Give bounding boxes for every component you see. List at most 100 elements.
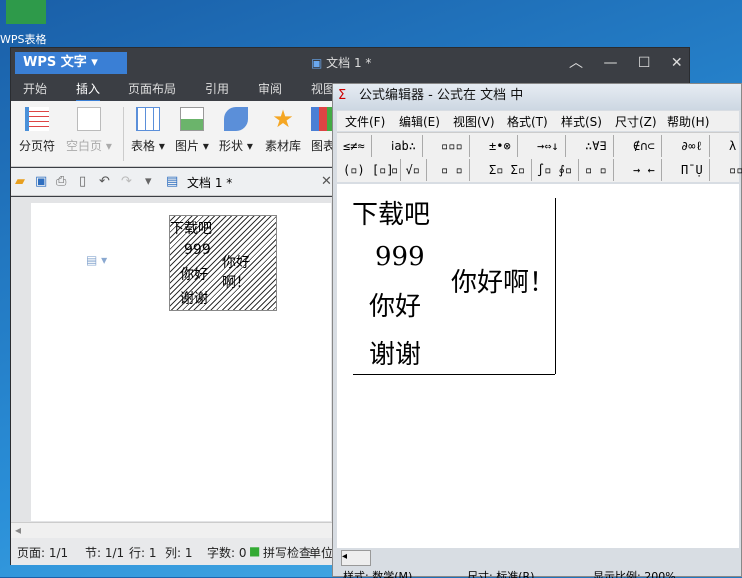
open-icon[interactable]: ▰ <box>15 174 25 189</box>
greek-palette[interactable]: λ <box>723 135 742 157</box>
eq-line: 下载吧 <box>352 200 431 230</box>
close-tab-icon[interactable]: ✕ <box>321 174 332 189</box>
eq-menu-bar: 文件(F) 编辑(E) 视图(V) 格式(T) 样式(S) 尺寸(Z) 帮助(H… <box>337 111 739 131</box>
eq-hscroll[interactable]: ◂ <box>341 550 371 566</box>
menu-style[interactable]: 样式(S) <box>561 113 602 130</box>
spell-indicator-icon: ■ <box>249 544 261 558</box>
status-words: 字数: 0 <box>207 546 247 560</box>
equation-object[interactable]: 下载吧 999 你好 谢谢 你好啊！ <box>169 215 277 311</box>
collapse-icon[interactable]: ︿ <box>569 55 583 71</box>
print-icon[interactable]: ⎙ <box>56 174 66 189</box>
eq-symbol-toolbar: ≤≠≈ ⅰab∴ ▫▫▫ ±•⊗ →⇔↓ ∴∀∃ ∉∩⊂ ∂∞ℓ λ (▫) [… <box>337 132 742 182</box>
shape-button[interactable]: 形状 ▾ <box>219 107 253 154</box>
frame-line: 你好啊！ <box>222 255 250 291</box>
label: 素材库 <box>265 139 302 153</box>
status-col: 列: 1 <box>165 546 193 560</box>
picture-icon <box>179 107 204 131</box>
status-page: 页面: 1/1 <box>17 546 69 560</box>
dropdown-icon[interactable]: ▾ <box>145 174 152 189</box>
bar-palette[interactable]: ▫ ▫ <box>579 159 614 181</box>
arrows-palette[interactable]: →⇔↓ <box>531 135 566 157</box>
page-break-icon <box>25 107 49 131</box>
scroll-left-icon[interactable]: ◂ <box>15 523 21 537</box>
baseline <box>353 374 555 375</box>
blank-page-icon <box>76 107 101 131</box>
menu-size[interactable]: 尺寸(Z) <box>615 113 657 130</box>
integral-palette[interactable]: ∫▫ ∮▫ <box>531 159 580 181</box>
desktop-icon-label: WPS表格 <box>0 33 47 46</box>
picture-button[interactable]: 图片 ▾ <box>175 107 209 154</box>
operators-palette[interactable]: ±•⊗ <box>483 135 518 157</box>
spreadsheet-icon <box>6 0 46 24</box>
tab-reference[interactable]: 引用 <box>205 80 229 97</box>
eq-title-bar: Σ 公式编辑器 - 公式在 文档 中 <box>333 84 741 110</box>
undo-icon[interactable]: ↶ <box>99 174 110 189</box>
logic-palette[interactable]: ∴∀∃ <box>579 135 614 157</box>
app-menu-button[interactable]: WPS 文字 ▾ <box>15 52 127 74</box>
eq-cell: 999 <box>375 242 425 272</box>
frame-line: 999 <box>184 242 211 258</box>
tab-insert[interactable]: 插入 <box>76 80 101 102</box>
fraction-palette[interactable]: ▫ √▫ <box>385 159 427 181</box>
script-palette[interactable]: ▫ ▫ <box>435 159 470 181</box>
labeled-arrow-palette[interactable]: → ← <box>627 159 662 181</box>
frame-line: 你好 <box>180 267 208 283</box>
eq-cell: 你好啊！ <box>451 268 556 298</box>
matrix-palette[interactable]: ▫▫ <box>723 159 742 181</box>
paragraph-icon: ▤ ▾ <box>86 253 108 267</box>
tab-layout[interactable]: 页面布局 <box>128 80 176 97</box>
label: 分页符 <box>19 139 56 153</box>
menu-edit[interactable]: 编辑(E) <box>399 113 440 130</box>
minimize-icon[interactable]: — <box>603 55 617 71</box>
spell-check-button[interactable]: 拼写检查 <box>263 544 311 561</box>
summation-palette[interactable]: Σ▫ Σ▫ <box>483 159 533 181</box>
label: 空白页 <box>66 139 103 153</box>
print-preview-icon[interactable]: ▯ <box>79 174 86 189</box>
status-row: 行: 1 <box>129 546 157 560</box>
window-controls[interactable]: ︿ — ☐ ✕ <box>569 52 683 72</box>
blank-page-button[interactable]: 空白页 ▾ <box>66 107 112 154</box>
relations-palette[interactable]: ≤≠≈ <box>337 135 372 157</box>
equation-editor-window: Σ 公式编辑器 - 公式在 文档 中 文件(F) 编辑(E) 视图(V) 格式(T… <box>332 83 742 578</box>
label: 图片 <box>175 139 200 153</box>
shape-icon <box>223 107 248 131</box>
eq-title: 公式编辑器 - 公式在 文档 中 <box>359 88 524 103</box>
frame-line: 谢谢 <box>180 291 208 307</box>
menu-view[interactable]: 视图(V) <box>453 113 495 130</box>
app-name: WPS 文字 <box>23 55 87 70</box>
status-unit[interactable]: 单位 <box>309 544 333 561</box>
window-title: ▣ 文档 1 * <box>311 54 371 71</box>
misc-palette[interactable]: ∂∞ℓ <box>675 135 710 157</box>
eq-cell: 谢谢 <box>369 340 422 370</box>
document-tab[interactable]: 文档 1 * <box>187 174 232 191</box>
table-icon <box>135 107 160 131</box>
sets-palette[interactable]: ∉∩⊂ <box>627 135 662 157</box>
material-button[interactable]: ★ 素材库 <box>265 107 301 154</box>
frame-line: 下载吧 <box>170 221 212 237</box>
label: 表格 <box>131 139 156 153</box>
close-icon[interactable]: ✕ <box>671 55 683 71</box>
divider <box>123 107 124 161</box>
embellishments-palette[interactable]: ▫▫▫ <box>435 135 470 157</box>
spaces-palette[interactable]: ⅰab∴ <box>385 135 424 157</box>
cursor-line <box>555 198 556 374</box>
desktop-icon-wps-sheet[interactable]: WPS表格 <box>0 0 60 47</box>
save-icon[interactable]: ▣ <box>35 174 47 189</box>
maximize-icon[interactable]: ☐ <box>638 55 651 71</box>
menu-file[interactable]: 文件(F) <box>345 113 385 130</box>
star-icon: ★ <box>272 105 294 133</box>
tab-start[interactable]: 开始 <box>23 80 47 97</box>
eq-cell: 你好 <box>369 292 422 322</box>
table-button[interactable]: 表格 ▾ <box>131 107 165 154</box>
tab-review[interactable]: 审阅 <box>258 80 282 97</box>
document-page[interactable]: ▤ ▾ 下载吧 999 你好 谢谢 你好啊！ <box>31 203 331 521</box>
product-palette[interactable]: Π̄ Ụ <box>675 159 710 181</box>
equation-canvas[interactable]: 下载吧 999 你好 谢谢 你好啊！ ◂ <box>337 184 739 566</box>
title-text: 文档 1 * <box>326 56 372 70</box>
doc-icon: ▣ <box>311 56 323 70</box>
menu-help[interactable]: 帮助(H) <box>667 113 709 130</box>
page-break-button[interactable]: 分页符 <box>19 107 55 154</box>
menu-format[interactable]: 格式(T) <box>507 113 548 130</box>
label: 形状 <box>219 139 244 153</box>
redo-icon[interactable]: ↷ <box>121 174 132 189</box>
